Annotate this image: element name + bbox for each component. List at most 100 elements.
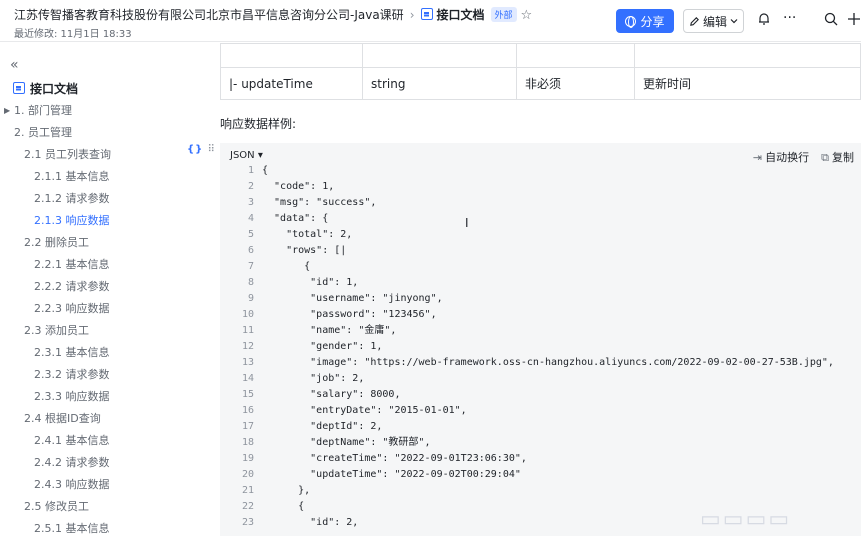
response-example-heading: 响应数据样例: [220, 117, 297, 131]
line-number: 14 [241, 373, 254, 384]
code-text: "msg": "success", [262, 197, 377, 208]
code-line: 19 "createTime": "2022-09-01T23:06:30", [220, 451, 861, 467]
code-line: 3 "msg": "success", [220, 195, 861, 211]
chevron-down-icon [730, 19, 738, 24]
line-number: 10 [241, 309, 254, 320]
code-text: "deptName": "教研部", [262, 437, 431, 448]
line-number: 2 [247, 181, 254, 192]
sidebar-item[interactable]: 2.2.3 响应数据 [34, 300, 110, 316]
drag-handle-icon[interactable]: ⠿ [207, 144, 215, 155]
code-text: "deptId": 2, [262, 421, 383, 432]
param-type-cell: string [362, 67, 517, 100]
bell-icon[interactable] [757, 12, 771, 26]
line-number: 13 [241, 357, 254, 368]
caret-right-icon[interactable]: ▶ [4, 106, 10, 115]
line-number: 7 [247, 261, 254, 272]
line-number: 17 [241, 421, 254, 432]
doc-content: |- updateTime string 非必须 更新时间 响应数据样例: JS… [220, 43, 861, 536]
code-text: "password": "123456", [262, 309, 437, 320]
code-text: "updateTime": "2022-09-02T00:29:04" [262, 469, 521, 480]
sidebar-item[interactable]: 2.2.2 请求参数 [34, 278, 110, 294]
code-text: { [262, 501, 305, 512]
code-text: "rows": [| [262, 245, 347, 256]
globe-icon [625, 15, 637, 28]
watermark: ▭▭▭▭ [700, 507, 792, 532]
outline-title[interactable]: 接口文档 [13, 80, 78, 97]
search-icon[interactable] [824, 12, 838, 26]
sidebar-item[interactable]: 2.3 添加员工 [24, 322, 89, 338]
language-select[interactable]: JSON ▾ [230, 150, 263, 161]
sidebar-item[interactable]: 2.2.1 基本信息 [34, 256, 110, 272]
table-row [220, 43, 861, 68]
star-icon[interactable]: ☆ [521, 8, 533, 23]
code-text: "id": 2, [262, 517, 359, 528]
sidebar-item[interactable]: 2.3.1 基本信息 [34, 344, 110, 360]
sidebar-item[interactable]: 2.4.1 基本信息 [34, 432, 110, 448]
code-text: "name": "金庸", [262, 325, 397, 336]
edit-label: 编辑 [702, 14, 727, 29]
table-row: |- updateTime string 非必须 更新时间 [220, 67, 861, 100]
line-number: 12 [241, 341, 254, 352]
code-line: 8 "id": 1, [220, 275, 861, 291]
code-text: "salary": 8000, [262, 389, 401, 400]
code-text: "id": 1, [262, 277, 359, 288]
sidebar-item-active[interactable]: 2.1.3 响应数据 [34, 212, 110, 228]
sidebar-item[interactable]: 2.3.2 请求参数 [34, 366, 110, 382]
line-number: 18 [241, 437, 254, 448]
code-text: "code": 1, [262, 181, 335, 192]
code-line: 20 "updateTime": "2022-09-02T00:29:04" [220, 467, 861, 483]
code-block-icon[interactable]: {} [187, 144, 203, 155]
code-line: 11 "name": "金庸", [220, 323, 861, 339]
code-text: }, [262, 485, 311, 496]
breadcrumb-separator: › [409, 8, 415, 22]
external-badge: 外部 [490, 7, 517, 22]
sidebar-item[interactable]: 1. 部门管理 [14, 102, 72, 118]
code-line: 21 }, [220, 483, 861, 499]
sidebar-item[interactable]: 2.4 根据ID查询 [24, 410, 101, 426]
param-required-cell: 非必须 [516, 67, 635, 100]
share-label: 分享 [640, 14, 665, 29]
collapse-sidebar-icon[interactable]: « [10, 57, 19, 73]
table-cell [516, 43, 635, 68]
sidebar-item[interactable]: 2. 员工管理 [14, 124, 72, 140]
line-number: 15 [241, 389, 254, 400]
line-number: 6 [247, 245, 254, 256]
line-number: 3 [247, 197, 254, 208]
sidebar-item[interactable]: 2.5 修改员工 [24, 498, 89, 514]
last-modified: 最近修改: 11月1日 18:33 [14, 29, 132, 40]
text-cursor-icon: I [465, 216, 469, 230]
param-name-cell: |- updateTime [220, 67, 363, 100]
sidebar-item[interactable]: 2.5.1 基本信息 [34, 520, 110, 536]
edit-button[interactable]: 编辑 [683, 9, 744, 33]
sidebar-item[interactable]: 2.2 删除员工 [24, 234, 89, 250]
code-text: "entryDate": "2015-01-01", [262, 405, 467, 416]
caret-down-icon: ▾ [257, 150, 263, 161]
code-text: { [262, 165, 269, 176]
more-options-icon[interactable]: ··· [783, 10, 796, 26]
code-block[interactable]: JSON ▾ ⇥ 自动换行 ⧉ 复制 1{2 "code": 1, 3 "msg": … [220, 143, 861, 536]
share-button[interactable]: 分享 [616, 9, 674, 33]
code-line: 15 "salary": 8000, [220, 387, 861, 403]
sidebar-item[interactable]: 2.3.3 响应数据 [34, 388, 110, 404]
code-line: 10 "password": "123456", [220, 307, 861, 323]
sidebar-item[interactable]: 2.1.1 基本信息 [34, 168, 110, 184]
plus-icon[interactable] [847, 12, 861, 26]
line-number: 23 [241, 517, 254, 528]
line-number: 5 [247, 229, 254, 240]
code-line: 17 "deptId": 2, [220, 419, 861, 435]
code-text: "image": "https://web-framework.oss-cn-h… [262, 357, 834, 368]
language-label: JSON [230, 150, 255, 161]
sidebar-item[interactable]: 2.4.3 响应数据 [34, 476, 110, 492]
doc-icon [420, 8, 433, 20]
sidebar-item[interactable]: 2.1 员工列表查询 [24, 146, 111, 162]
sidebar-item[interactable]: 2.4.2 请求参数 [34, 454, 110, 470]
table-cell [634, 43, 861, 68]
top-header: 江苏传智播客教育科技股份有限公司北京市昌平信息咨询分公司-Java课研 › 接口文档… [0, 0, 861, 42]
line-number: 8 [247, 277, 254, 288]
breadcrumb-space[interactable]: 江苏传智播客教育科技股份有限公司北京市昌平信息咨询分公司-Java课研 [14, 8, 404, 22]
line-number: 16 [241, 405, 254, 416]
doc-title[interactable]: 接口文档 [437, 8, 485, 22]
sidebar-item[interactable]: 2.1.2 请求参数 [34, 190, 110, 206]
block-tools: {} ⠿ [187, 144, 216, 155]
code-lines[interactable]: 1{2 "code": 1, 3 "msg": "success", 4 "data… [220, 163, 861, 531]
